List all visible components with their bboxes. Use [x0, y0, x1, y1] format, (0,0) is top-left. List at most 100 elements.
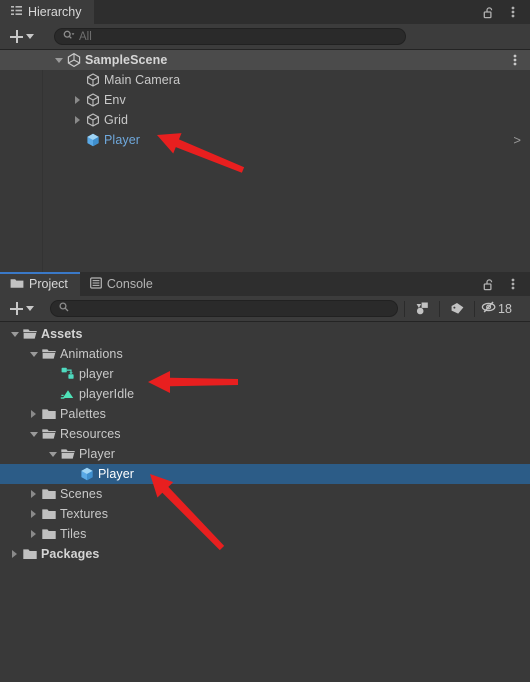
triangle-down-icon [54, 57, 63, 63]
tree-row[interactable]: Player [0, 464, 530, 484]
folder-icon [40, 486, 57, 502]
hidden-items-button[interactable]: 18 [481, 300, 514, 317]
tree-row[interactable]: player [0, 364, 530, 384]
tab-hierarchy[interactable]: Hierarchy [0, 0, 94, 24]
hierarchy-search-input[interactable]: All [54, 28, 406, 45]
disclosure-expanded-icon[interactable] [52, 57, 65, 63]
tree-row-label: playerIdle [79, 387, 135, 401]
tree-row[interactable]: playerIdle [0, 384, 530, 404]
tree-row-label: Env [104, 93, 126, 107]
hierarchy-tabbar-actions [478, 0, 530, 24]
prefab-cube-icon [78, 466, 95, 482]
tab-project-label: Project [29, 277, 68, 291]
disclosure-collapsed-icon[interactable] [8, 550, 21, 558]
folder-icon [40, 526, 57, 542]
disclosure-collapsed-icon[interactable] [27, 410, 40, 418]
unlocked-padlock-icon[interactable] [478, 2, 500, 22]
filter-by-type-icon[interactable] [411, 299, 433, 319]
project-search-input[interactable] [50, 300, 398, 317]
plus-icon [10, 302, 23, 315]
disclosure-collapsed-icon[interactable] [27, 510, 40, 518]
triangle-right-icon [31, 490, 36, 498]
project-add-button[interactable] [6, 302, 38, 315]
tree-row-label: Packages [41, 547, 100, 561]
project-tabbar-actions [478, 272, 530, 296]
prefab-cube-icon [84, 132, 101, 148]
triangle-right-icon [75, 96, 80, 104]
chevron-down-icon [26, 306, 34, 311]
search-icon [59, 302, 69, 315]
chevron-down-icon [26, 34, 34, 39]
tree-row[interactable]: Assets [0, 324, 530, 344]
triangle-right-icon [31, 510, 36, 518]
tree-row[interactable]: SampleScene [0, 50, 530, 70]
tab-project[interactable]: Project [0, 272, 80, 296]
tree-row[interactable]: Player > [0, 130, 530, 150]
tree-row-label: Palettes [60, 407, 106, 421]
folder-icon [21, 546, 38, 562]
unlocked-padlock-icon[interactable] [478, 274, 500, 294]
folder-open-icon [40, 346, 57, 362]
search-dropdown-icon [63, 30, 75, 44]
disclosure-collapsed-icon[interactable] [27, 490, 40, 498]
folder-open-icon [40, 426, 57, 442]
hierarchy-icon [10, 4, 23, 20]
triangle-right-icon [12, 550, 17, 558]
hierarchy-tree: SampleScene Main Camera Env Grid Player > [0, 50, 530, 292]
project-tree: Assets Animations player playerIdle Palettes… [0, 324, 530, 564]
tree-row[interactable]: Palettes [0, 404, 530, 424]
tree-row-label: Scenes [60, 487, 103, 501]
tree-row-label: Tiles [60, 527, 87, 541]
triangle-down-icon [29, 351, 38, 357]
disclosure-expanded-icon[interactable] [46, 451, 59, 457]
kebab-menu-icon[interactable] [502, 274, 524, 294]
folder-icon [40, 406, 57, 422]
tree-row[interactable]: Animations [0, 344, 530, 364]
tree-row[interactable]: Textures [0, 504, 530, 524]
triangle-right-icon [31, 530, 36, 538]
folder-icon [40, 506, 57, 522]
tree-row[interactable]: Env [0, 90, 530, 110]
prefab-open-chevron-icon[interactable]: > [513, 134, 521, 147]
toolbar-divider [404, 300, 405, 317]
disclosure-expanded-icon[interactable] [8, 331, 21, 337]
filter-by-label-icon[interactable] [446, 299, 468, 319]
triangle-down-icon [29, 431, 38, 437]
triangle-right-icon [75, 116, 80, 124]
tab-console[interactable]: Console [80, 272, 165, 296]
unity-editor-window: Hierarchy All SampleScene Main Camera En… [0, 0, 530, 682]
toolbar-divider [474, 300, 475, 317]
hierarchy-scene-kebab-icon[interactable] [504, 50, 526, 70]
tree-row[interactable]: Tiles [0, 524, 530, 544]
tree-row[interactable]: Resources [0, 424, 530, 444]
toolbar-divider [439, 300, 440, 317]
tree-row[interactable]: Scenes [0, 484, 530, 504]
tree-row[interactable]: Main Camera [0, 70, 530, 90]
animation-clip-icon [59, 386, 76, 402]
disclosure-collapsed-icon[interactable] [27, 530, 40, 538]
tab-hierarchy-label: Hierarchy [28, 5, 82, 19]
tree-row-label: player [79, 367, 114, 381]
folder-open-icon [21, 326, 38, 342]
tree-row[interactable]: Packages [0, 544, 530, 564]
tree-row-label: SampleScene [85, 53, 168, 67]
console-icon [90, 276, 102, 292]
triangle-right-icon [31, 410, 36, 418]
tree-row-label: Textures [60, 507, 109, 521]
tree-row-label: Animations [60, 347, 123, 361]
kebab-menu-icon[interactable] [502, 2, 524, 22]
folder-open-icon [59, 446, 76, 462]
hidden-items-count: 18 [498, 301, 512, 316]
hierarchy-add-button[interactable] [6, 30, 38, 43]
disclosure-collapsed-icon[interactable] [71, 96, 84, 104]
disclosure-expanded-icon[interactable] [27, 351, 40, 357]
tree-row[interactable]: Player [0, 444, 530, 464]
gameobject-cube-icon [84, 72, 101, 88]
disclosure-expanded-icon[interactable] [27, 431, 40, 437]
disclosure-collapsed-icon[interactable] [71, 116, 84, 124]
tree-row-label: Main Camera [104, 73, 181, 87]
tree-row-label: Player [79, 447, 116, 461]
tree-row[interactable]: Grid [0, 110, 530, 130]
triangle-down-icon [48, 451, 57, 457]
hierarchy-tabbar: Hierarchy [0, 0, 530, 24]
